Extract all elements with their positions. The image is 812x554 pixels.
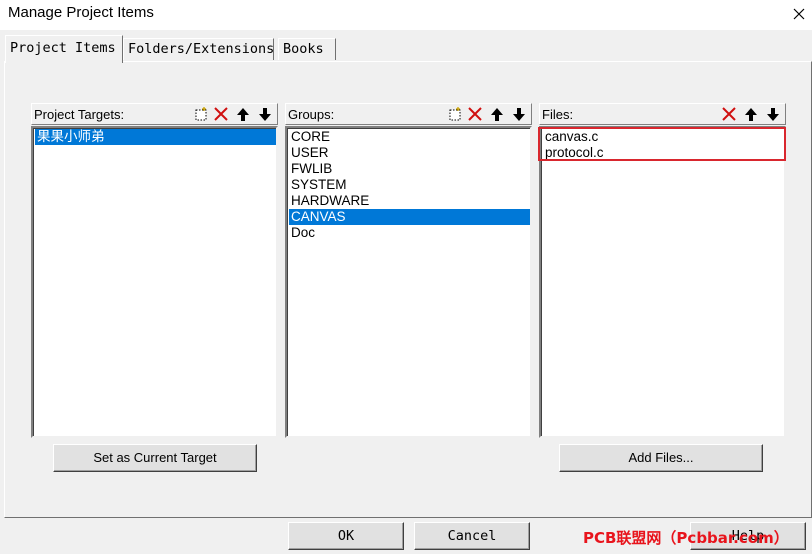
tab-books[interactable]: Books	[278, 38, 336, 60]
set-current-target-button[interactable]: Set as Current Target	[53, 444, 257, 472]
files-label: Files:	[542, 107, 574, 122]
move-down-icon[interactable]	[510, 106, 528, 123]
add-files-button[interactable]: Add Files...	[559, 444, 763, 472]
groups-list[interactable]: CORE USER FWLIB SYSTEM HARDWARE CANVAS D…	[285, 126, 532, 438]
move-up-icon[interactable]	[488, 106, 506, 123]
targets-header: Project Targets:	[31, 103, 278, 125]
groups-label: Groups:	[288, 107, 335, 122]
list-item[interactable]: Doc	[289, 225, 530, 241]
delete-icon[interactable]	[466, 106, 484, 123]
title-bar: Manage Project Items	[0, 0, 812, 30]
list-item[interactable]: CANVAS	[289, 209, 530, 225]
targets-list[interactable]: 果果小师弟	[31, 126, 278, 438]
delete-icon[interactable]	[720, 106, 738, 123]
list-item[interactable]: 果果小师弟	[35, 129, 276, 145]
files-list[interactable]: canvas.c protocol.c	[539, 126, 786, 438]
ok-button[interactable]: OK	[288, 522, 404, 550]
move-down-icon[interactable]	[764, 106, 782, 123]
list-item[interactable]: HARDWARE	[289, 193, 530, 209]
window-title: Manage Project Items	[8, 4, 154, 21]
tab-project-items[interactable]: Project Items	[5, 35, 123, 63]
cancel-button[interactable]: Cancel	[414, 522, 530, 550]
move-down-icon[interactable]	[256, 106, 274, 123]
groups-header: Groups:	[285, 103, 532, 125]
close-icon[interactable]	[789, 4, 809, 24]
highlight-annotation	[538, 127, 786, 161]
move-up-icon[interactable]	[234, 106, 252, 123]
list-item[interactable]: FWLIB	[289, 161, 530, 177]
files-header: Files:	[539, 103, 786, 125]
new-icon[interactable]	[446, 106, 464, 123]
list-item[interactable]: CORE	[289, 129, 530, 145]
targets-label: Project Targets:	[34, 107, 125, 122]
list-item[interactable]: USER	[289, 145, 530, 161]
list-item[interactable]: SYSTEM	[289, 177, 530, 193]
tab-folders-extensions[interactable]: Folders/Extensions	[123, 38, 274, 60]
move-up-icon[interactable]	[742, 106, 760, 123]
new-icon[interactable]	[192, 106, 210, 123]
delete-icon[interactable]	[212, 106, 230, 123]
watermark: PCB联盟网（Pcbbar.com）	[583, 529, 789, 547]
